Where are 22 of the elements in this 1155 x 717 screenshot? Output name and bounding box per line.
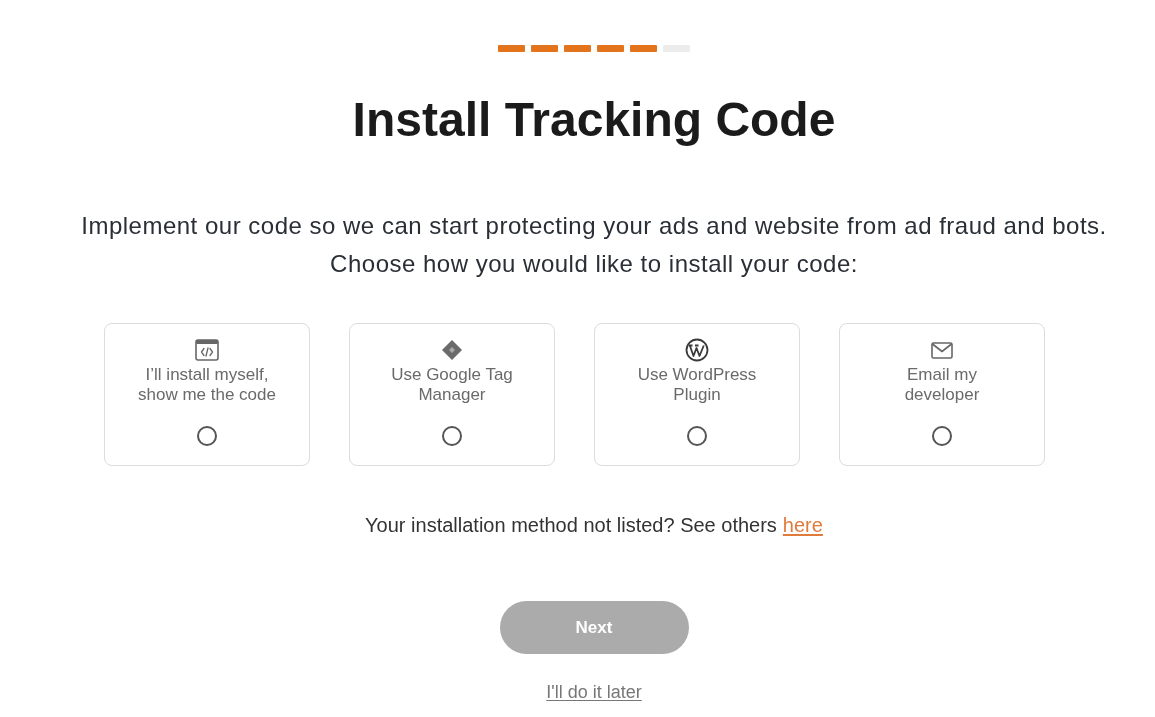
option-label: Use WordPress Plugin bbox=[637, 365, 757, 405]
option-label: Email my developer bbox=[904, 365, 980, 405]
code-window-icon bbox=[195, 339, 219, 361]
option-card[interactable]: Use Google Tag Manager bbox=[349, 323, 555, 466]
envelope-icon bbox=[931, 341, 953, 359]
footer-text: Your installation method not listed? See others bbox=[365, 513, 777, 538]
intro-text: Implement our code so we can start protecting your ads and website from ad fraud and bots. bbox=[81, 211, 1107, 241]
here-link[interactable]: here bbox=[782, 511, 823, 539]
later-link[interactable]: I'll do it later bbox=[546, 680, 642, 704]
radio-button[interactable] bbox=[932, 426, 952, 446]
option-label: I’ll install myself, show me the code bbox=[138, 365, 276, 405]
wordpress-logo-icon bbox=[685, 338, 709, 362]
option-card[interactable]: Email my developer bbox=[839, 323, 1045, 466]
option-card[interactable]: I’ll install myself, show me the code bbox=[104, 323, 310, 466]
page-title: Install Tracking Code bbox=[352, 92, 836, 148]
radio-button[interactable] bbox=[442, 426, 462, 446]
diamond-icon bbox=[441, 339, 463, 361]
option-label: Use Google Tag Manager bbox=[391, 365, 513, 405]
option-card[interactable]: Use WordPress Plugin bbox=[594, 323, 800, 466]
prompt-text: Choose how you would like to install your code: bbox=[330, 249, 858, 279]
radio-button[interactable] bbox=[197, 426, 217, 446]
radio-button[interactable] bbox=[687, 426, 707, 446]
